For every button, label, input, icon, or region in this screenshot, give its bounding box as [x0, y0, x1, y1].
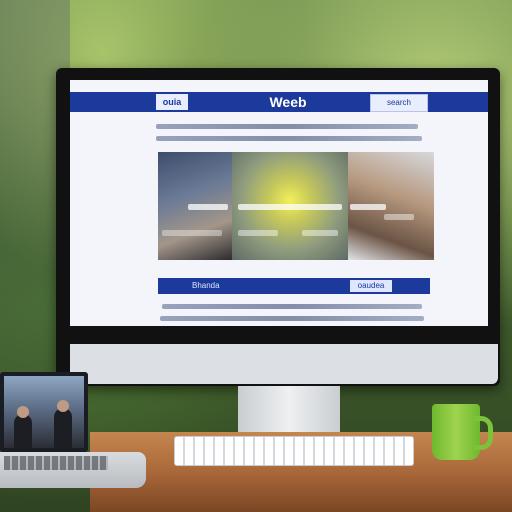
- photo-people[interactable]: [158, 152, 232, 260]
- laptop-display: [4, 376, 84, 448]
- site-logo[interactable]: ouia: [156, 94, 188, 110]
- intro-text-line: [156, 136, 422, 141]
- laptop-keyboard: [4, 456, 108, 470]
- photo-caption: [238, 204, 342, 210]
- photo-caption: [188, 204, 228, 210]
- photo-caption: [350, 204, 386, 210]
- laptop-person-head: [57, 400, 69, 412]
- footer-text-line: [160, 316, 424, 321]
- site-title: Weeb: [269, 94, 307, 110]
- laptop-person-head: [17, 406, 29, 418]
- search-button[interactable]: search: [370, 94, 428, 112]
- footer-text-line: [162, 304, 422, 309]
- photo-glowing-lamp[interactable]: [232, 152, 348, 260]
- laptop-person: [54, 408, 72, 448]
- monitor-stand: [238, 386, 340, 436]
- photo-kitchen[interactable]: [348, 152, 434, 260]
- section-label: Bhanda: [192, 281, 220, 290]
- photo-caption: [238, 230, 278, 236]
- monitor-screen: ouia Weeb search Bhanda oaudea: [70, 80, 488, 326]
- photo-gallery: [158, 152, 434, 260]
- laptop-person: [14, 414, 32, 448]
- laptop-base: [0, 452, 146, 488]
- desktop-monitor: ouia Weeb search Bhanda oaudea: [56, 68, 500, 386]
- photo-caption: [302, 230, 338, 236]
- section-bar: Bhanda oaudea: [158, 278, 430, 294]
- photo-caption: [162, 230, 222, 236]
- laptop-screen: [0, 372, 88, 452]
- site-header: ouia Weeb search: [70, 92, 488, 112]
- mug-handle: [474, 416, 493, 450]
- monitor-chin: [70, 344, 498, 384]
- photo-caption: [384, 214, 414, 220]
- green-mug: [432, 404, 480, 460]
- intro-text-line: [156, 124, 418, 129]
- section-button[interactable]: oaudea: [350, 280, 392, 292]
- keyboard: [174, 436, 414, 466]
